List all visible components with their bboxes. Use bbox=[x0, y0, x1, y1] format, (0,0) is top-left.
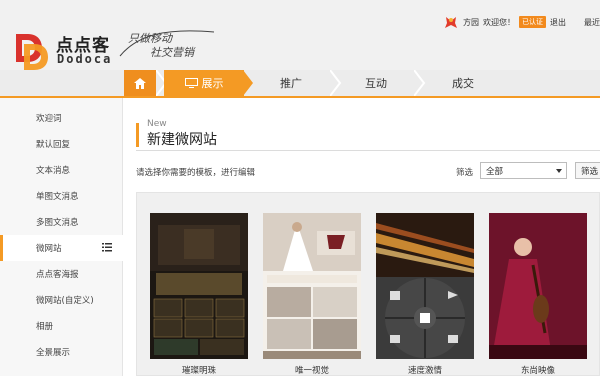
page-title: 新建微网站 bbox=[147, 132, 217, 148]
template-card-4[interactable]: 东尚映像 bbox=[489, 213, 587, 376]
title-divider bbox=[136, 150, 600, 151]
sidebar-item-label: 单图文消息 bbox=[36, 192, 79, 202]
dodoca-logo-icon[interactable] bbox=[14, 30, 50, 70]
sidebar-item-label: 默认回复 bbox=[36, 140, 71, 150]
sidebar-item-label: 全景展示 bbox=[36, 348, 71, 358]
logout-link[interactable]: 退出 bbox=[550, 17, 566, 28]
monitor-icon bbox=[184, 78, 198, 88]
sidebar-item-text-message[interactable]: 文本消息 bbox=[0, 157, 123, 183]
sidebar-item-label: 欢迎词 bbox=[36, 114, 62, 124]
title-accent-bar bbox=[136, 123, 139, 147]
sidebar-item-label: 点点客海报 bbox=[36, 270, 79, 280]
template-thumbnail[interactable] bbox=[263, 213, 361, 359]
filter-label: 筛选 bbox=[456, 168, 474, 178]
sidebar-item-default-reply[interactable]: 默认回复 bbox=[0, 131, 123, 157]
tab-display-label: 展示 bbox=[201, 77, 224, 90]
sidebar-item-label: 相册 bbox=[36, 322, 54, 332]
template-name: 速度激情 bbox=[407, 366, 442, 376]
template-grid: 璀璨明珠 唯一视觉 速度激情 东尚映像 bbox=[136, 192, 600, 376]
verified-badge: 已认证 bbox=[519, 16, 546, 28]
template-name: 东尚映像 bbox=[520, 366, 555, 376]
sidebar-item-album[interactable]: 相册 bbox=[0, 313, 123, 339]
template-name: 璀璨明珠 bbox=[181, 366, 216, 376]
sidebar-item-welcome[interactable]: 欢迎词 bbox=[0, 105, 123, 131]
sidebar-item-label: 多图文消息 bbox=[36, 218, 79, 228]
filter-button[interactable]: 筛选 bbox=[575, 162, 600, 179]
sidebar-item-custom-site[interactable]: 微网站(自定义) bbox=[0, 287, 123, 313]
list-icon[interactable] bbox=[102, 243, 112, 252]
sidebar-item-label: 微网站 bbox=[36, 244, 62, 254]
tab-deal[interactable]: 成交 bbox=[428, 70, 498, 96]
nav-separator-icon bbox=[330, 70, 342, 96]
sidebar-item-micro-site[interactable]: 微网站 bbox=[0, 235, 123, 261]
template-hint: 请选择你需要的模板，进行编辑 bbox=[136, 168, 256, 178]
user-avatar-icon[interactable] bbox=[443, 14, 459, 30]
sidebar: 欢迎词 默认回复 文本消息 单图文消息 多图文消息 微网站 点点客海报 微网站(… bbox=[0, 98, 123, 376]
tab-promote[interactable]: 推广 bbox=[255, 70, 327, 96]
template-thumbnail[interactable] bbox=[150, 213, 248, 359]
welcome-text: 欢迎您！ bbox=[483, 17, 515, 27]
sidebar-item-single-news[interactable]: 单图文消息 bbox=[0, 183, 123, 209]
sidebar-item-poster[interactable]: 点点客海报 bbox=[0, 261, 123, 287]
chevron-down-icon bbox=[556, 169, 562, 173]
tab-promote-label: 推广 bbox=[280, 77, 302, 90]
user-bar: 方园 欢迎您！ 已认证 退出 最近更新 bbox=[443, 14, 600, 30]
nav-separator-icon bbox=[243, 70, 253, 96]
tab-interact[interactable]: 互动 bbox=[342, 70, 410, 96]
latest-updates-link[interactable]: 最近更新 bbox=[584, 17, 600, 28]
user-name: 方园 bbox=[463, 17, 479, 27]
home-icon bbox=[134, 77, 146, 89]
sidebar-item-panorama[interactable]: 全景展示 bbox=[0, 339, 123, 365]
header: 点点客 Dodoca 只做移动 社交营销 方园 欢迎您！ 已认证 退出 最近更新 bbox=[0, 0, 600, 70]
template-card-3[interactable]: 速度激情 bbox=[376, 213, 474, 376]
slogan-line-2: 社交营销 bbox=[150, 46, 194, 59]
sidebar-item-multi-news[interactable]: 多图文消息 bbox=[0, 209, 123, 235]
tab-deal-label: 成交 bbox=[452, 77, 474, 90]
template-thumbnail[interactable] bbox=[489, 213, 587, 359]
sidebar-item-label: 文本消息 bbox=[36, 166, 71, 176]
tab-interact-label: 互动 bbox=[365, 77, 387, 90]
page-subtitle: New bbox=[147, 119, 167, 129]
home-button[interactable] bbox=[124, 70, 156, 96]
sidebar-item-label: 微网站(自定义) bbox=[36, 296, 94, 306]
main-content: New 新建微网站 请选择你需要的模板，进行编辑 筛选 全部 筛选 璀璨明珠 唯… bbox=[124, 98, 600, 376]
main-nav: 展示 推广 互动 成交 bbox=[0, 70, 600, 98]
template-card-1[interactable]: 璀璨明珠 bbox=[150, 213, 248, 376]
filter-select[interactable]: 全部 bbox=[480, 162, 567, 179]
filter-select-value: 全部 bbox=[486, 166, 504, 177]
template-name: 唯一视觉 bbox=[294, 366, 329, 376]
nav-separator-icon bbox=[414, 70, 426, 96]
template-thumbnail[interactable] bbox=[376, 213, 474, 359]
template-card-2[interactable]: 唯一视觉 bbox=[263, 213, 361, 376]
brand-name-en: Dodoca bbox=[57, 52, 113, 66]
tab-display[interactable]: 展示 bbox=[164, 70, 244, 96]
